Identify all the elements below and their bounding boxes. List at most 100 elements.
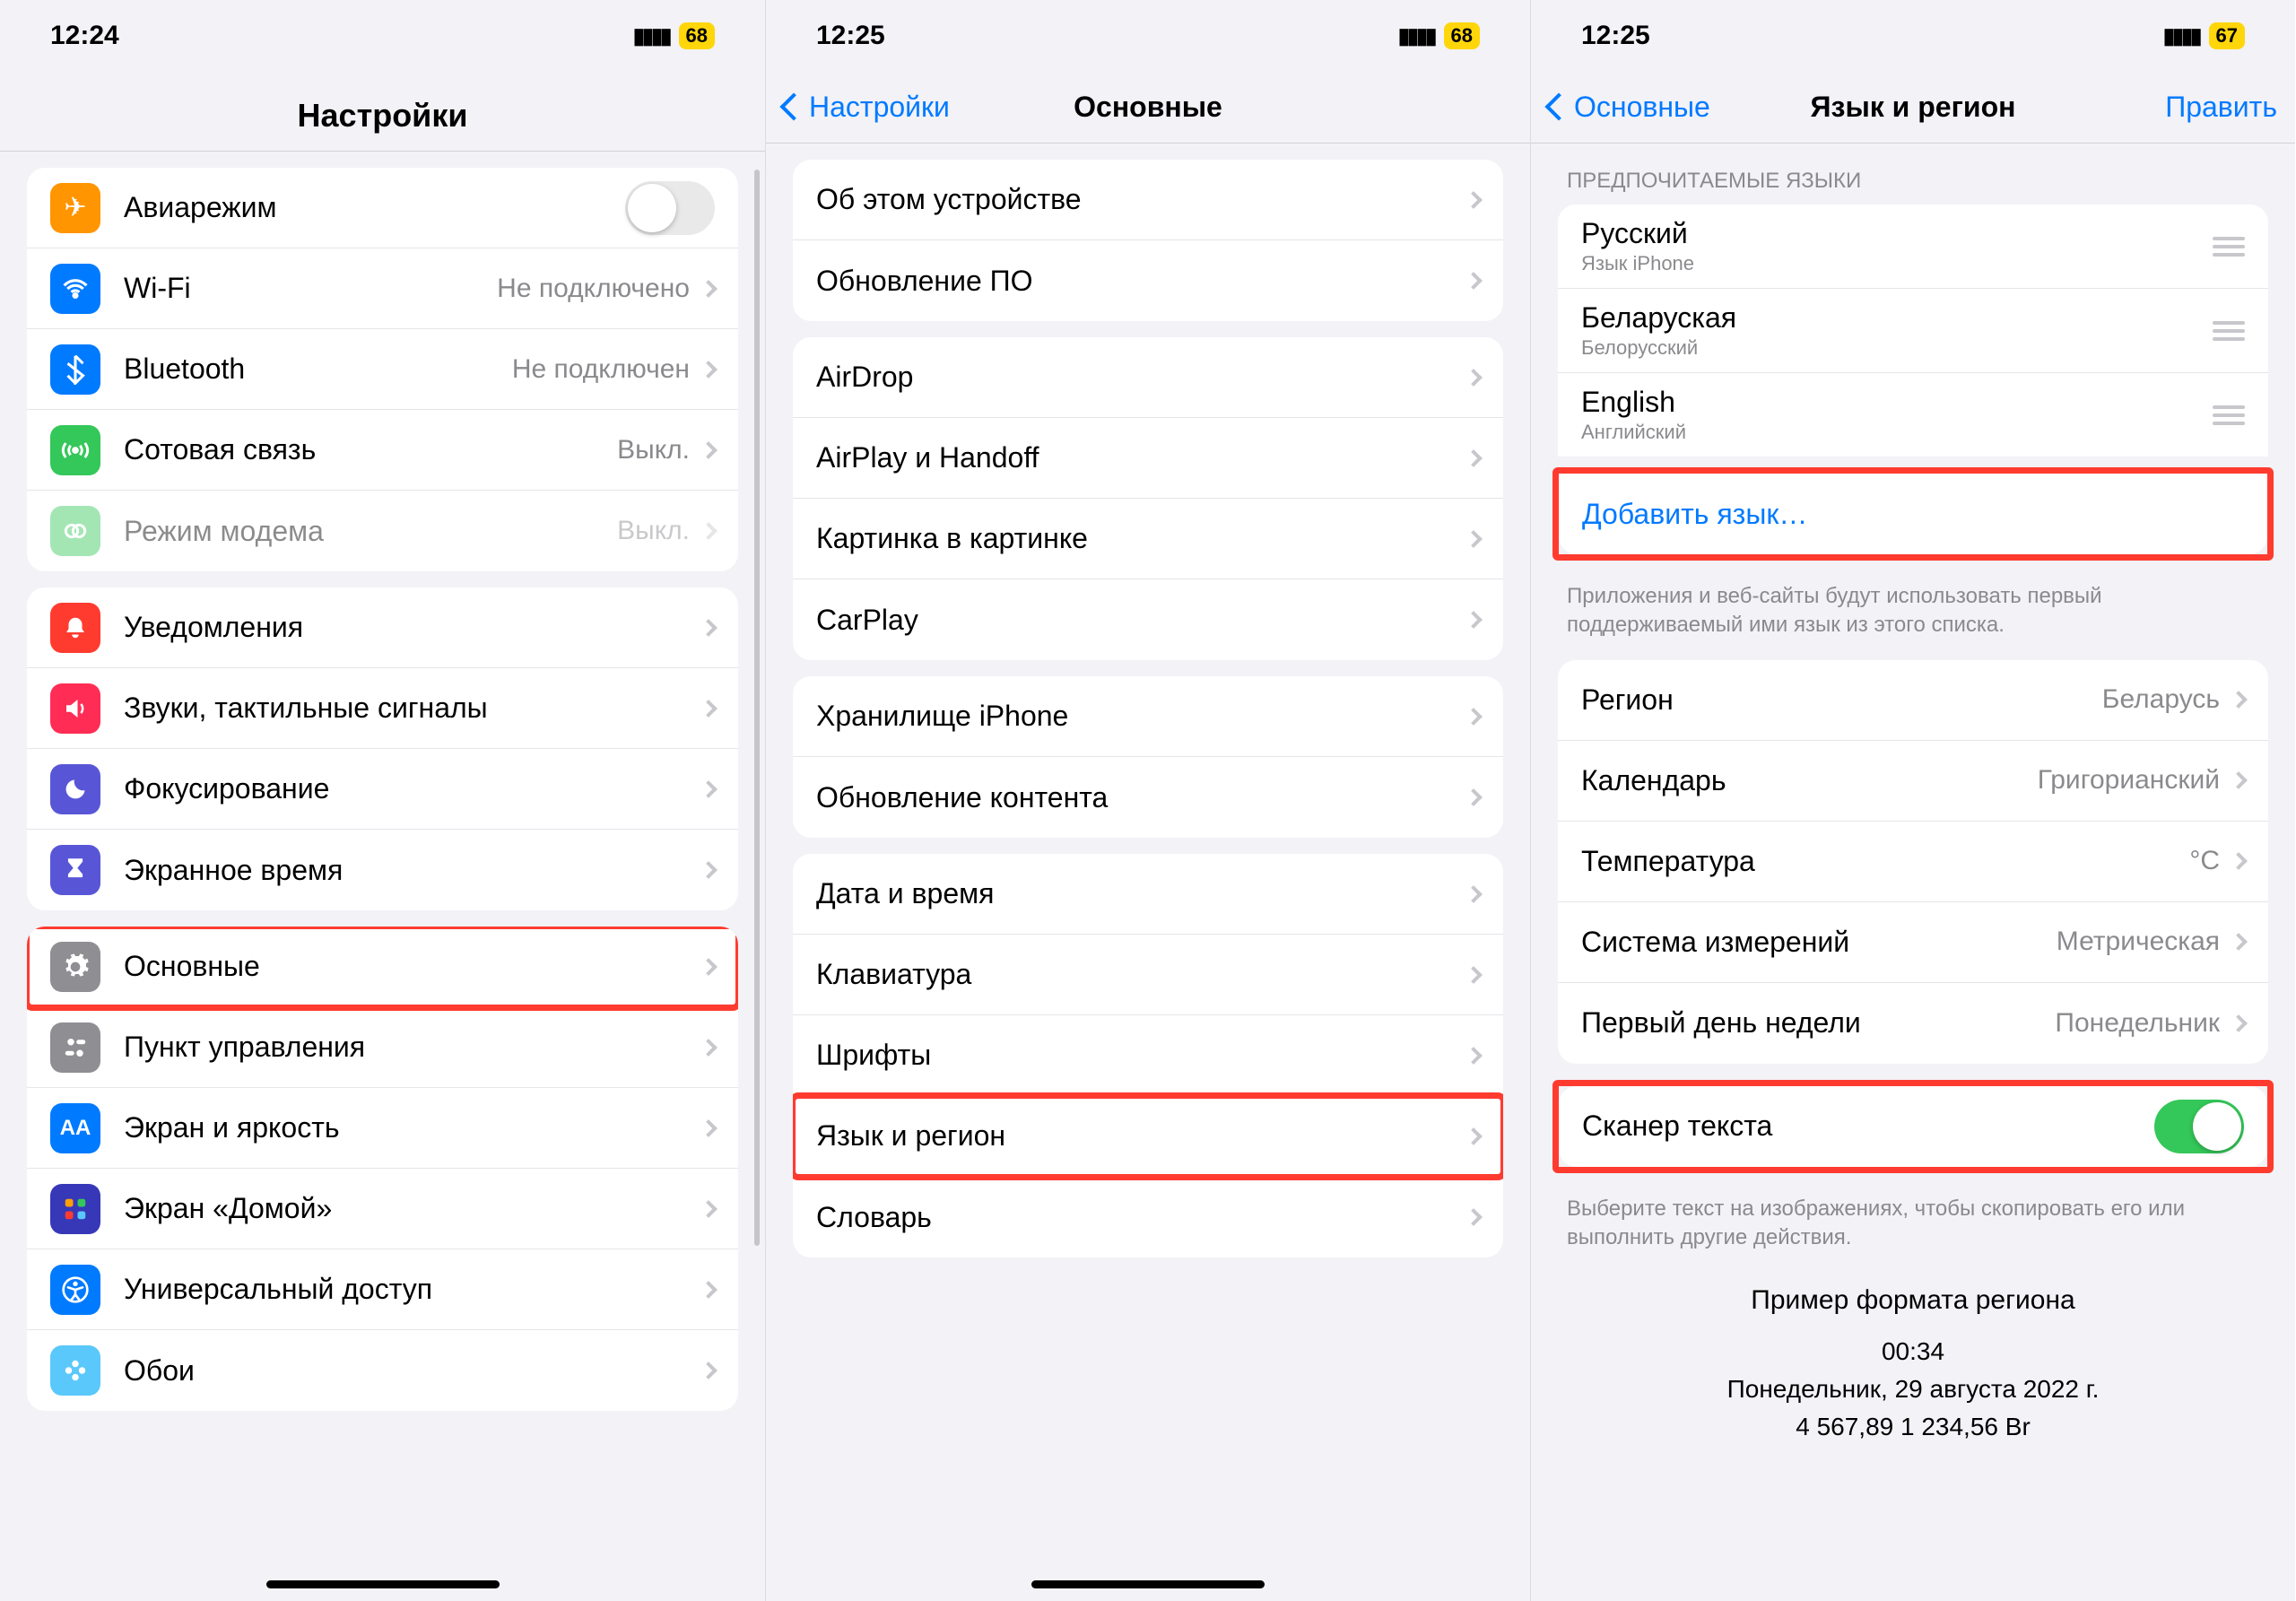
row-control-center[interactable]: Пункт управления [27,1007,738,1088]
nav-back[interactable]: Основные [1549,91,1710,124]
row-language[interactable]: Русский Язык iPhone [1558,204,2268,289]
home-indicator[interactable] [266,1580,500,1588]
row-region[interactable]: Регион Беларусь [1558,660,2268,741]
reorder-handle-icon[interactable] [2213,237,2245,257]
row-carplay[interactable]: CarPlay [793,579,1503,660]
grid-icon [50,1184,100,1234]
label: Клавиатура [816,958,1467,991]
label: Сотовая связь [124,433,617,466]
label: AirDrop [816,361,1467,394]
chevron-right-icon [700,1200,718,1218]
row-home-screen[interactable]: Экран «Домой» [27,1169,738,1249]
group-general: Основные Пункт управления AA Экран и ярк… [27,927,738,1411]
label: Экран и яркость [124,1111,702,1144]
row-general[interactable]: Основные [27,927,738,1007]
row-keyboard[interactable]: Клавиатура [793,935,1503,1015]
chevron-right-icon [700,280,718,298]
row-notifications[interactable]: Уведомления [27,587,738,668]
page-title: Язык и регион [1811,91,2016,124]
chevron-right-icon [1465,449,1483,467]
row-hotspot[interactable]: Режим модема Выкл. [27,491,738,571]
edit-button[interactable]: Править [2165,91,2277,124]
row-wallpaper[interactable]: Обои [27,1330,738,1411]
reorder-handle-icon[interactable] [2213,321,2245,341]
row-focus[interactable]: Фокусирование [27,749,738,830]
row-airdrop[interactable]: AirDrop [793,337,1503,418]
row-datetime[interactable]: Дата и время [793,854,1503,935]
chevron-right-icon [1465,885,1483,903]
highlight-add-language: Добавить язык… [1552,467,2274,561]
row-bluetooth[interactable]: Bluetooth Не подключен [27,329,738,410]
row-airplay[interactable]: AirPlay и Handoff [793,418,1503,499]
label: Экран «Домой» [124,1192,702,1225]
row-dictionary[interactable]: Словарь [793,1177,1503,1257]
row-cellular[interactable]: Сотовая связь Выкл. [27,410,738,491]
scrollbar[interactable] [754,170,760,1246]
accessibility-icon [50,1265,100,1315]
detail: Беларусь [2102,684,2220,715]
status-bar: 12:25 ▮▮▮▮ 67 [1531,0,2295,72]
home-indicator[interactable] [1031,1580,1265,1588]
wifi-icon [50,264,100,314]
nav-back[interactable]: Настройки [784,91,950,124]
chevron-right-icon [1465,708,1483,726]
group-input: Дата и время Клавиатура Шрифты Язык и ре… [793,854,1503,1257]
highlight-livetext: Сканер текста [1552,1080,2274,1173]
row-temperature[interactable]: Температура °C [1558,822,2268,902]
row-pip[interactable]: Картинка в картинке [793,499,1503,579]
row-display[interactable]: AA Экран и яркость [27,1088,738,1169]
row-airplane[interactable]: ✈ Авиарежим [27,168,738,248]
airplane-switch[interactable] [625,181,715,235]
detail: Выкл. [617,435,690,466]
speaker-icon [50,683,100,734]
row-live-text[interactable]: Сканер текста [1559,1086,2267,1167]
group-languages: Русский Язык iPhone Беларуская Белорусск… [1558,204,2268,457]
label: Календарь [1581,764,2038,797]
row-measurement[interactable]: Система измерений Метрическая [1558,902,2268,983]
phone-language-region: 12:25 ▮▮▮▮ 67 Основные Язык и регион Пра… [1530,0,2295,1601]
group-connectivity: ✈ Авиарежим Wi-Fi Не подключено Bluetoot… [27,168,738,571]
row-first-weekday[interactable]: Первый день недели Понедельник [1558,983,2268,1064]
detail: Выкл. [617,516,690,546]
row-language[interactable]: Беларуская Белорусский [1558,289,2268,373]
example-number: 4 567,89 1 234,56 Br [1567,1408,2259,1446]
chevron-right-icon [2230,771,2248,789]
signal-icon: ▮▮▮▮ [1398,23,1435,49]
row-language[interactable]: English Английский [1558,373,2268,457]
hourglass-icon [50,845,100,895]
row-about[interactable]: Об этом устройстве [793,160,1503,240]
label: Добавить язык… [1582,498,2244,531]
row-bg-refresh[interactable]: Обновление контента [793,757,1503,838]
row-wifi[interactable]: Wi-Fi Не подключено [27,248,738,329]
row-storage[interactable]: Хранилище iPhone [793,676,1503,757]
label: AirPlay и Handoff [816,441,1467,474]
label: Пункт управления [124,1031,702,1064]
label: Экранное время [124,854,702,887]
chevron-right-icon [1465,1208,1483,1226]
row-accessibility[interactable]: Универсальный доступ [27,1249,738,1330]
label: Обои [124,1354,702,1388]
label: Картинка в картинке [816,522,1467,555]
nav-bar: Основные Язык и регион Править [1531,72,2295,144]
live-text-switch[interactable] [2154,1100,2244,1153]
row-sounds[interactable]: Звуки, тактильные сигналы [27,668,738,749]
label: Об этом устройстве [816,183,1467,216]
row-calendar[interactable]: Календарь Григорианский [1558,741,2268,822]
row-screentime[interactable]: Экранное время [27,830,738,910]
label: Словарь [816,1201,1467,1234]
reorder-handle-icon[interactable] [2213,405,2245,425]
chevron-right-icon [700,780,718,798]
chevron-right-icon [700,1281,718,1299]
airplane-icon: ✈ [50,183,100,233]
row-fonts[interactable]: Шрифты [793,1015,1503,1096]
label: Основные [124,950,702,983]
battery-badge: 68 [679,22,715,49]
row-software-update[interactable]: Обновление ПО [793,240,1503,321]
nav-back-label: Настройки [809,91,950,124]
group-notifications: Уведомления Звуки, тактильные сигналы Фо… [27,587,738,910]
row-language-region[interactable]: Язык и регион [793,1096,1503,1177]
chevron-left-icon [784,91,809,124]
row-add-language[interactable]: Добавить язык… [1559,474,2267,554]
label: Bluetooth [124,352,512,386]
lang-sub: Белорусский [1581,336,2200,360]
